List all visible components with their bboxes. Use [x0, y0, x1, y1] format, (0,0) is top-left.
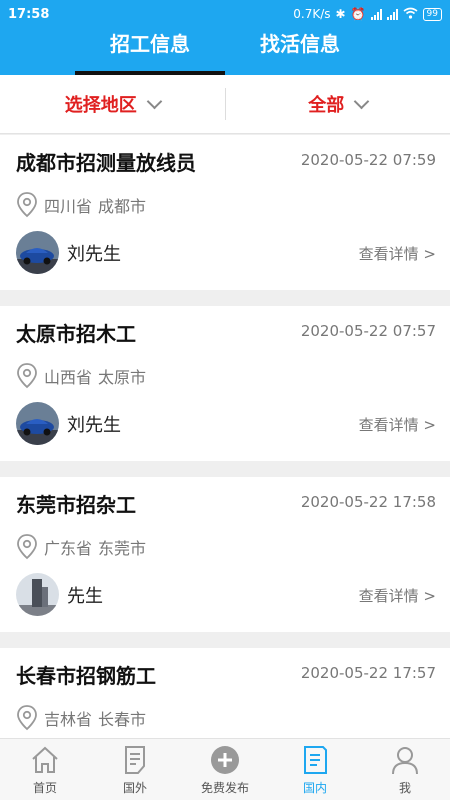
chevron-down-icon [353, 93, 370, 109]
nav-item-me[interactable]: 我 [360, 739, 450, 800]
tab-find-work[interactable]: 找活信息 [225, 28, 375, 75]
nav-item-home[interactable]: 首页 [0, 739, 90, 800]
job-date: 2020-05-22 07:59 [300, 151, 436, 169]
poster-info: 刘先生 [16, 402, 121, 445]
job-list: 成都市招测量放线员 2020-05-22 07:59 四川省 成都市 刘先生 查… [0, 135, 450, 738]
list-doc-icon [304, 746, 327, 774]
job-location: 山西省 太原市 [16, 363, 146, 389]
location-pin-icon [17, 363, 37, 389]
location-pin-icon [17, 192, 37, 218]
location-city: 成都市 [98, 197, 147, 216]
nav-label: 首页 [32, 781, 57, 795]
location-province: 四川省 [44, 197, 93, 216]
location-city: 东莞市 [98, 539, 147, 558]
category-label: 全部 [308, 95, 345, 116]
tab-find-work-label: 找活信息 [260, 32, 340, 56]
alarm-icon: ⏰ [350, 7, 366, 21]
location-pin-icon [17, 534, 37, 560]
poster-info: 刘先生 [16, 231, 121, 274]
signal-icon-2 [386, 8, 398, 20]
region-label: 选择地区 [64, 95, 137, 116]
nav-item-publish[interactable]: 免费发布 [180, 739, 270, 800]
document-icon [125, 746, 145, 774]
location-province: 吉林省 [44, 710, 93, 729]
job-card[interactable]: 太原市招木工 2020-05-22 07:57 山西省 太原市 刘先生 查看详情… [0, 306, 450, 461]
job-card[interactable]: 长春市招钢筋工 2020-05-22 17:57 吉林省 长春市 [0, 648, 450, 738]
job-date: 2020-05-22 17:57 [300, 664, 436, 682]
job-date: 2020-05-22 07:57 [300, 322, 436, 340]
nav-label: 我 [398, 781, 411, 795]
wifi-icon [403, 7, 418, 22]
poster-name: 刘先生 [67, 243, 121, 265]
bottom-nav: 首页 国外 免费发布 国内 我 [0, 738, 450, 800]
nav-label: 国内 [302, 781, 327, 795]
job-title: 太原市招木工 [16, 322, 136, 346]
home-icon [32, 746, 58, 773]
view-details-link[interactable]: 查看详情 > [359, 414, 436, 435]
nav-item-abroad[interactable]: 国外 [90, 739, 180, 800]
location-province: 广东省 [44, 539, 93, 558]
bluetooth-icon: ✱ [335, 7, 346, 21]
nav-item-domestic[interactable]: 国内 [270, 739, 360, 800]
nav-label: 国外 [122, 781, 147, 795]
chevron-down-icon [146, 93, 163, 109]
job-location: 四川省 成都市 [16, 192, 146, 218]
filter-bar: 选择地区 全部 [0, 75, 450, 134]
status-icons: 0.7K/s ✱ ⏰ 99 [293, 7, 442, 22]
plus-circle-icon [211, 746, 239, 774]
status-bar: 17:58 0.7K/s ✱ ⏰ 99 [0, 0, 450, 28]
avatar [16, 573, 59, 616]
header-tabs: 招工信息 找活信息 [0, 28, 450, 75]
job-card[interactable]: 东莞市招杂工 2020-05-22 17:58 广东省 东莞市 先生 查看详情 … [0, 477, 450, 632]
avatar [16, 402, 59, 445]
job-card[interactable]: 成都市招测量放线员 2020-05-22 07:59 四川省 成都市 刘先生 查… [0, 135, 450, 290]
job-title: 成都市招测量放线员 [16, 151, 196, 175]
poster-name: 先生 [67, 585, 103, 607]
job-title: 长春市招钢筋工 [16, 664, 156, 688]
region-selector[interactable]: 选择地区 [0, 91, 225, 117]
job-title: 东莞市招杂工 [16, 493, 136, 517]
poster-info: 先生 [16, 573, 103, 616]
poster-name: 刘先生 [67, 414, 121, 436]
status-time: 17:58 [8, 6, 50, 22]
battery-icon: 99 [422, 7, 442, 21]
job-location: 吉林省 长春市 [16, 705, 146, 731]
network-speed: 0.7K/s [293, 7, 331, 21]
job-date: 2020-05-22 17:58 [300, 493, 436, 511]
signal-icon-1 [370, 8, 382, 20]
tab-recruit-label: 招工信息 [110, 32, 190, 56]
view-details-link[interactable]: 查看详情 > [359, 585, 436, 606]
view-details-link[interactable]: 查看详情 > [359, 243, 436, 264]
avatar [16, 231, 59, 274]
job-location: 广东省 东莞市 [16, 534, 146, 560]
location-pin-icon [17, 705, 37, 731]
tab-recruit[interactable]: 招工信息 [75, 28, 225, 75]
location-city: 长春市 [98, 710, 147, 729]
location-province: 山西省 [44, 368, 93, 387]
person-icon [392, 747, 418, 775]
location-city: 太原市 [98, 368, 147, 387]
category-selector[interactable]: 全部 [226, 91, 450, 117]
nav-label: 免费发布 [200, 781, 249, 795]
